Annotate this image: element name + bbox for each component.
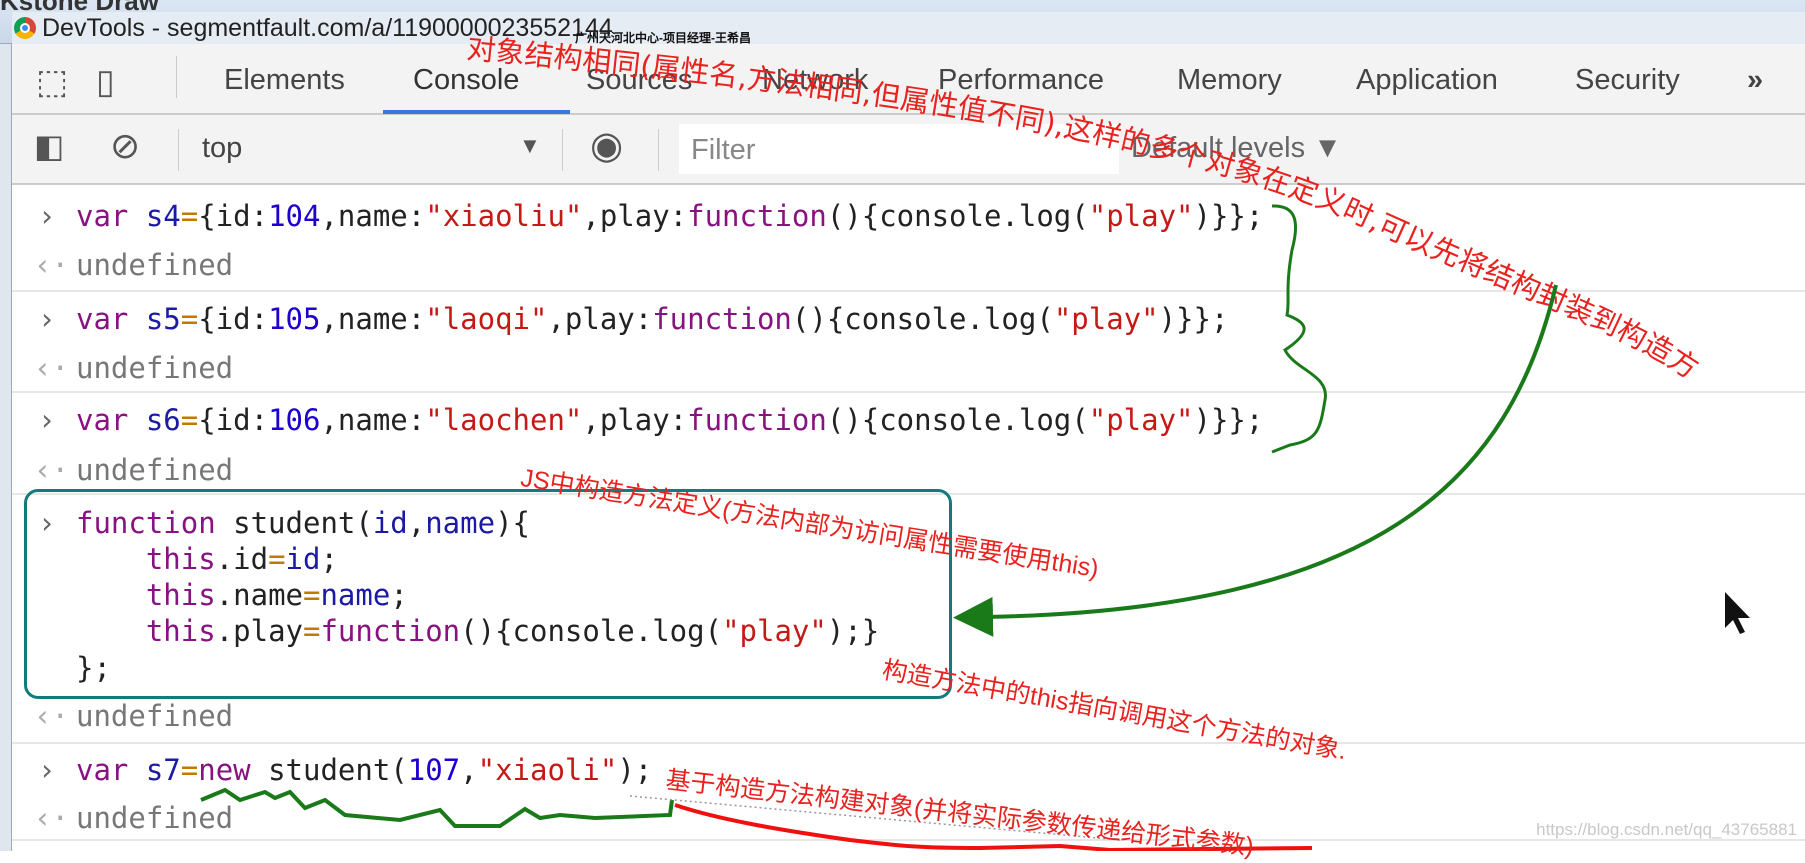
chrome-icon (14, 17, 36, 39)
green-brace (1271, 204, 1327, 454)
green-squiggle (200, 787, 674, 828)
prompt-chevron-icon: › (38, 403, 56, 437)
tab-performance[interactable]: Performance (938, 64, 1104, 97)
filter-input[interactable]: Filter (679, 124, 1119, 174)
code-token: var (76, 753, 146, 787)
console-code: undefined (76, 248, 234, 282)
code-token: new (198, 753, 269, 787)
code-token: (){console.log( (826, 199, 1089, 233)
title-bar: Kstone Draw DevTools - segmentfault.com/… (0, 0, 1805, 45)
inspect-element-icon[interactable]: ⬚ (36, 62, 68, 102)
code-token: = (180, 403, 199, 437)
devtools-tab-bar: ⬚ ▯ Elements Console Sources Network Per… (12, 44, 1805, 115)
console-code: var s4={id:104,name:"xiaoliu",play:funct… (76, 198, 1263, 234)
tab-network[interactable]: Network (762, 64, 868, 97)
tab-memory[interactable]: Memory (1177, 64, 1282, 97)
result-arrow-icon: ‹· (34, 351, 69, 385)
code-token: (){console.log( (791, 302, 1054, 336)
code-token: student( (268, 753, 408, 787)
console-code: undefined (76, 699, 234, 733)
log-levels-dropdown[interactable]: Default levels ▼ (1131, 132, 1342, 165)
code-token: "laoqi" (425, 302, 548, 336)
prompt-chevron-icon: › (38, 302, 56, 336)
tab-console[interactable]: Console (413, 64, 519, 97)
console-code: var s5={id:105,name:"laoqi",play:functio… (76, 301, 1228, 337)
code-token: 105 (268, 302, 321, 336)
window-title-bar: DevTools - segmentfault.com/a/1190000023… (12, 12, 1805, 44)
result-arrow-icon: ‹· (34, 699, 69, 733)
active-tab-indicator (383, 110, 570, 114)
watermark: https://blog.csdn.net/qq_43765881 (1536, 820, 1797, 839)
code-token: = (180, 302, 199, 336)
code-token: )}}; (1193, 403, 1264, 437)
code-token: = (180, 753, 199, 787)
code-token: {id: (198, 199, 269, 233)
code-token: {id: (198, 403, 269, 437)
row-separator (12, 290, 1805, 292)
code-token: )}}; (1193, 199, 1264, 233)
tab-security[interactable]: Security (1575, 64, 1680, 97)
console-code: var s6={id:106,name:"laochen",play:funct… (76, 402, 1263, 438)
code-token: "play" (1053, 302, 1159, 336)
code-token: ); (617, 753, 653, 787)
code-token: "play" (1088, 199, 1194, 233)
code-token: function (687, 199, 827, 233)
code-token: ,name: (320, 199, 426, 233)
code-token: "laochen" (425, 403, 583, 437)
code-token: ,name: (320, 302, 426, 336)
context-selector[interactable]: top (202, 132, 242, 165)
more-tabs-icon[interactable]: » (1747, 64, 1763, 97)
code-token: 106 (268, 403, 321, 437)
code-token: = (180, 199, 199, 233)
code-token: var (76, 199, 146, 233)
code-token: )}}; (1158, 302, 1229, 336)
tab-application[interactable]: Application (1356, 64, 1498, 97)
tab-sources[interactable]: Sources (586, 64, 692, 97)
console-code: undefined (76, 801, 234, 835)
console-code: undefined (76, 453, 234, 487)
eye-icon[interactable]: ◉ (590, 123, 623, 168)
console-code: undefined (76, 351, 234, 385)
row-separator (12, 742, 1805, 744)
code-token: (){console.log( (826, 403, 1089, 437)
code-token: {id: (198, 302, 269, 336)
annotation-this-binding: 构造方法中的this指向调用这个方法的对象. (880, 655, 1349, 766)
code-token: s5 (145, 302, 181, 336)
result-arrow-icon: ‹· (34, 248, 69, 282)
code-token: function (687, 403, 827, 437)
console-code: var s7=new student(107,"xiaoli"); (76, 752, 652, 788)
code-token: ,name: (320, 403, 426, 437)
code-token: , (460, 753, 478, 787)
clear-console-icon[interactable]: ⊘ (110, 125, 140, 167)
annotation-construct-object: 基于构造方法构建对象(并将实际参数传递给形式参数) (664, 765, 1256, 861)
code-token: ,play: (547, 302, 653, 336)
row-separator (12, 391, 1805, 393)
code-token: ,play: (582, 403, 688, 437)
window-title: DevTools - segmentfault.com/a/1190000023… (42, 13, 613, 42)
code-token: 104 (268, 199, 321, 233)
tab-elements[interactable]: Elements (224, 64, 345, 97)
code-token: var (76, 302, 146, 336)
prompt-chevron-icon: › (38, 753, 56, 787)
prompt-chevron-icon: › (38, 199, 56, 233)
code-token: s7 (145, 753, 181, 787)
code-token: "xiaoli" (477, 753, 618, 787)
code-token: "xiaoliu" (425, 199, 583, 233)
code-token: s4 (145, 199, 181, 233)
sidebar-toggle-icon[interactable]: ◧ (34, 127, 64, 165)
chevron-down-icon[interactable]: ▼ (519, 133, 541, 159)
result-arrow-icon: ‹· (34, 453, 69, 487)
code-token: "play" (1088, 403, 1194, 437)
mouse-cursor-icon (1725, 592, 1750, 634)
result-arrow-icon: ‹· (34, 801, 69, 835)
code-token: s6 (145, 403, 181, 437)
code-token: 107 (407, 753, 461, 787)
console-toolbar: ◧ ⊘ top ▼ ◉ Filter Default levels ▼ (12, 115, 1805, 185)
left-window-edge (0, 44, 12, 851)
device-toolbar-icon[interactable]: ▯ (96, 62, 115, 102)
code-token: ,play: (582, 199, 688, 233)
code-token: function (652, 302, 792, 336)
code-token: var (76, 403, 146, 437)
